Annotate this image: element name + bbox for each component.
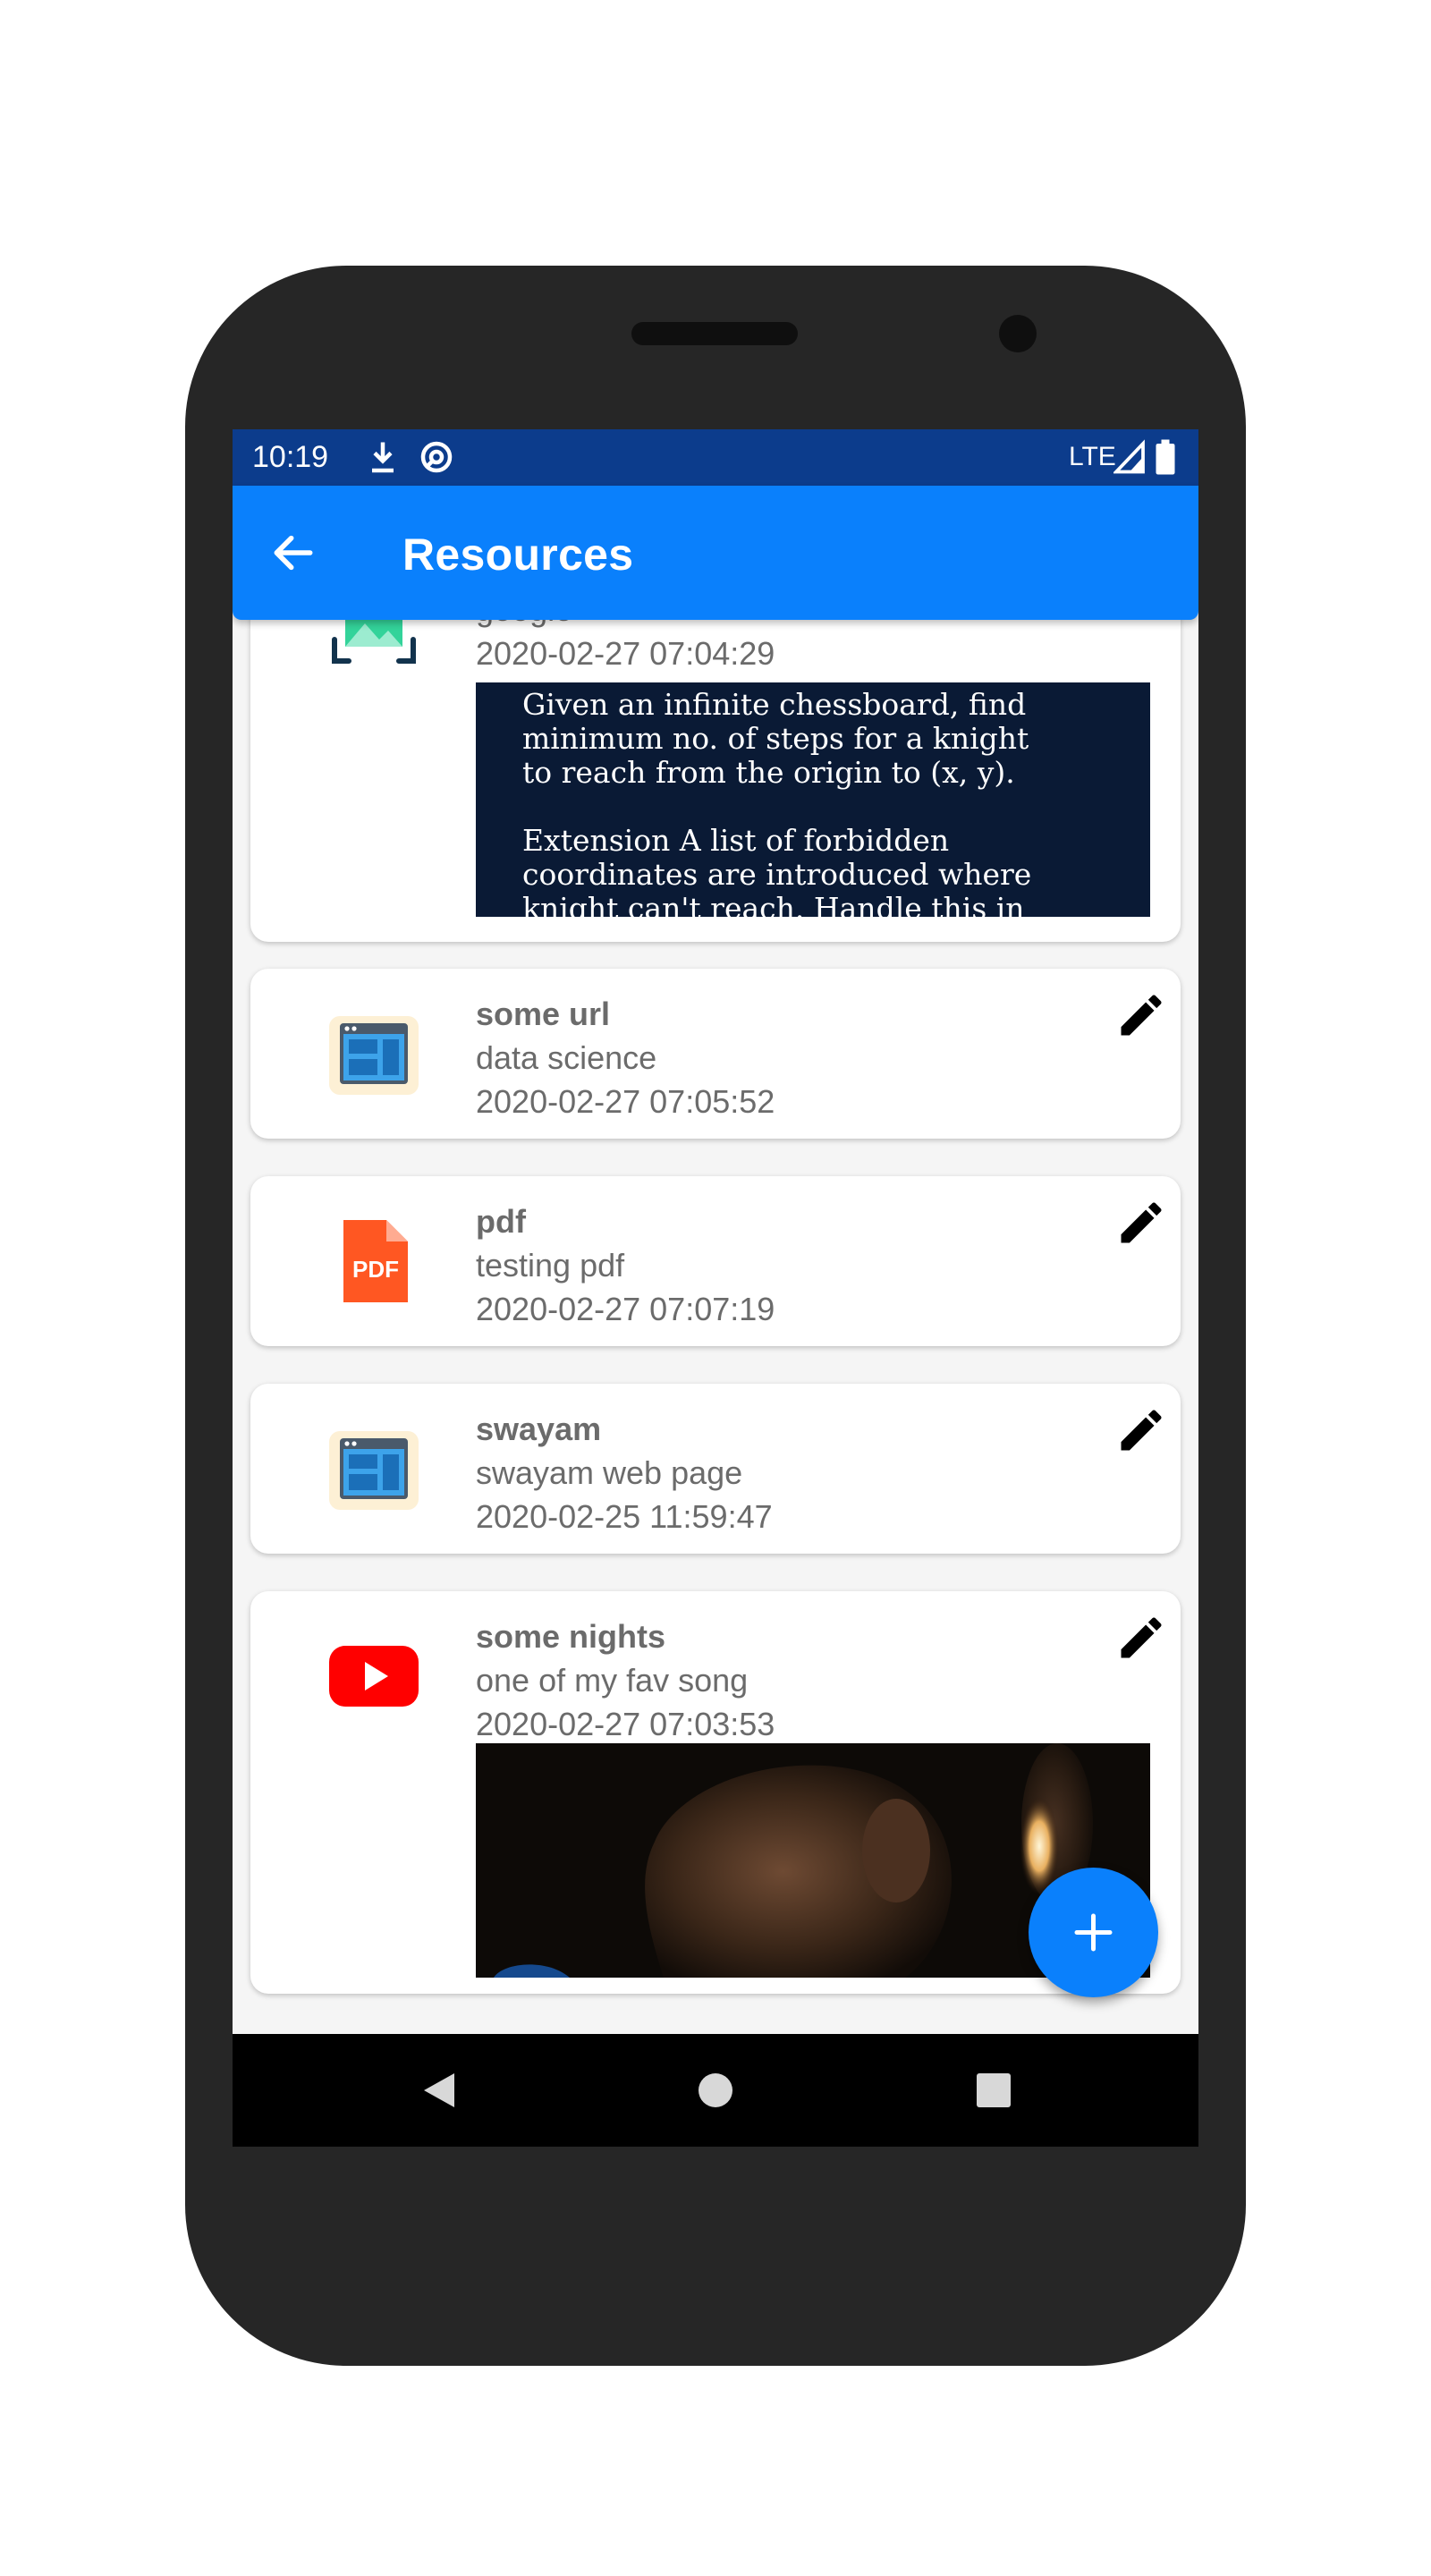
signal-icon xyxy=(1113,439,1145,474)
status-bar: 10:19 LTE xyxy=(233,429,1198,486)
resource-card[interactable]: some url data science 2020-02-27 07:05:5… xyxy=(250,969,1181,1139)
web-page-icon xyxy=(329,1431,419,1510)
resource-list[interactable]: google 2020-02-27 07:04:29 Given an infi… xyxy=(233,620,1198,2087)
edit-icon[interactable] xyxy=(1114,1611,1168,1665)
resource-title: swayam xyxy=(476,1411,602,1447)
resource-date: 2020-02-27 07:03:53 xyxy=(476,1706,775,1742)
edit-icon[interactable] xyxy=(1114,1196,1168,1250)
resource-date: 2020-02-25 11:59:47 xyxy=(476,1498,773,1535)
edit-icon[interactable] xyxy=(1114,1403,1168,1457)
phone-camera xyxy=(999,315,1037,352)
network-type: LTE xyxy=(1069,442,1116,471)
home-circle-icon[interactable] xyxy=(696,2071,735,2110)
resource-card[interactable]: PDF pdf testing pdf 2020-02-27 07:07:19 xyxy=(250,1176,1181,1346)
recents-square-icon[interactable] xyxy=(975,2072,1012,2109)
app-bar: Resources xyxy=(233,486,1198,620)
battery-icon xyxy=(1156,439,1175,475)
resource-card[interactable]: swayam swayam web page 2020-02-25 11:59:… xyxy=(250,1384,1181,1554)
svg-text:PDF: PDF xyxy=(352,1256,399,1283)
page-title: Resources xyxy=(402,530,634,580)
sync-icon xyxy=(420,441,453,473)
edit-icon[interactable] xyxy=(1114,988,1168,1042)
web-page-icon xyxy=(329,1016,419,1095)
download-icon xyxy=(372,442,394,473)
youtube-icon xyxy=(329,1646,419,1707)
resource-title: pdf xyxy=(476,1203,526,1240)
pdf-icon: PDF xyxy=(343,1220,408,1302)
image-icon xyxy=(332,620,416,664)
resource-date: 2020-02-27 07:04:29 xyxy=(476,635,775,672)
status-time: 10:19 xyxy=(252,440,329,474)
add-resource-button[interactable] xyxy=(1029,1868,1158,1997)
phone-speaker xyxy=(631,322,798,345)
app-screen: 10:19 LTE Resources 2020-02-27 07:04:29 … xyxy=(233,429,1198,2147)
resource-title: some url xyxy=(476,996,611,1032)
resource-card[interactable]: google 2020-02-27 07:04:29 Given an infi… xyxy=(250,620,1181,942)
arrow-back-icon[interactable] xyxy=(268,528,318,578)
resource-description: google xyxy=(476,620,572,629)
system-nav-bar xyxy=(233,2034,1198,2147)
resource-date: 2020-02-27 07:05:52 xyxy=(476,1083,775,1120)
resource-date: 2020-02-27 07:07:19 xyxy=(476,1291,775,1327)
resource-preview-image[interactable]: Given an infinite chessboard, find minim… xyxy=(476,682,1150,917)
back-triangle-icon[interactable] xyxy=(419,2070,460,2111)
resource-title: some nights xyxy=(476,1618,666,1655)
resource-description: testing pdf xyxy=(476,1247,625,1284)
plus-icon xyxy=(1074,1913,1113,1952)
resource-description: one of my fav song xyxy=(476,1662,749,1699)
resource-description: swayam web page xyxy=(476,1454,743,1491)
resource-description: data science xyxy=(476,1039,657,1076)
